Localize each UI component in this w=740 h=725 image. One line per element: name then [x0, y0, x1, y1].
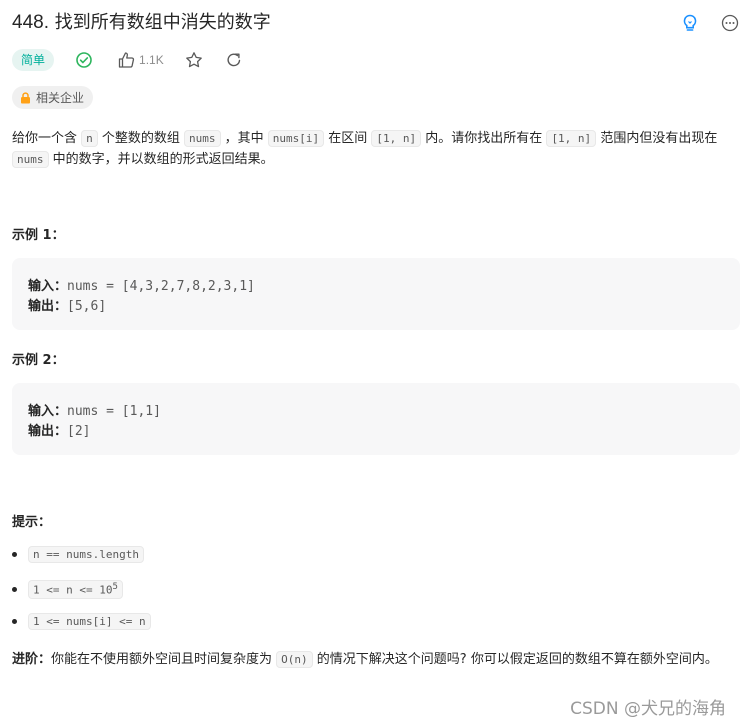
desc-text: 范围内但没有出现在 [596, 131, 718, 146]
example-1-box: 输入：nums = [4,3,2,7,8,2,3,1] 输出：[5,6] [12, 258, 740, 330]
constraint-code: 1 <= nums[i] <= n [28, 613, 151, 630]
inline-code: nums[i] [267, 130, 325, 147]
follow-up-text: 你能在不使用额外空间且时间复杂度为 [51, 652, 277, 667]
constraint-item: n == nums.length [12, 546, 144, 563]
inline-code: n [81, 130, 98, 147]
star-icon[interactable] [184, 50, 204, 70]
example-2-input: 输入：nums = [1,1] [28, 400, 161, 419]
superscript: 5 [112, 582, 118, 592]
check-circle-icon[interactable] [74, 50, 94, 70]
constraint-item: 1 <= nums[i] <= n [12, 613, 151, 630]
more-icon[interactable] [720, 13, 740, 33]
thumbs-up-icon [116, 50, 136, 70]
watermark: CSDN @犬兄的海角 [570, 699, 726, 719]
example-1-title: 示例 1： [12, 228, 65, 243]
desc-text: 个整数的数组 [97, 131, 185, 146]
input-label: 输入： [28, 279, 68, 294]
desc-text: 内。请你找出所有在 [421, 131, 547, 146]
related-companies-label: 相关企业 [36, 91, 85, 105]
follow-up-label: 进阶： [12, 652, 52, 667]
problem-number: 448. [12, 12, 49, 33]
title-row: 448. 找到所有数组中消失的数字 [12, 10, 740, 38]
constraint-code: n == nums.length [28, 546, 144, 563]
like-count: 1.1K [139, 53, 164, 67]
input-value: nums = [1,1] [67, 404, 161, 419]
bullet-icon [12, 619, 17, 624]
problem-title[interactable]: 448. 找到所有数组中消失的数字 [12, 10, 271, 36]
input-label: 输入： [28, 404, 68, 419]
output-value: [5,6] [67, 299, 107, 314]
bullet-icon [12, 552, 17, 557]
example-1-output: 输出：[5,6] [28, 295, 106, 314]
problem-title-text: 找到所有数组中消失的数字 [54, 12, 271, 33]
inline-code: [1, n] [546, 130, 597, 147]
example-2-box: 输入：nums = [1,1] 输出：[2] [12, 383, 740, 455]
inline-code: nums [184, 130, 221, 147]
inline-code: O(n) [276, 651, 313, 668]
bullet-icon [12, 586, 17, 592]
input-value: nums = [4,3,2,7,8,2,3,1] [67, 279, 255, 294]
example-2-output: 输出：[2] [28, 420, 91, 439]
problem-description-panel: 448. 找到所有数组中消失的数字 简单 1.1K 相关企业 给你一个含 n 个… [0, 0, 740, 725]
desc-text: 中的数字，并以数组的形式返回结果。 [48, 152, 274, 167]
follow-up: 进阶：你能在不使用额外空间且时间复杂度为 O(n) 的情况下解决这个问题吗? 你… [12, 650, 740, 670]
meta-row: 简单 1.1K [12, 48, 244, 72]
difficulty-badge[interactable]: 简单 [12, 49, 55, 71]
constraints-title: 提示： [12, 515, 52, 530]
problem-statement: 给你一个含 n 个整数的数组 nums ，其中 nums[i] 在区间 [1, … [12, 128, 734, 170]
inline-code: [1, n] [371, 130, 422, 147]
constraint-code: 1 <= n <= 105 [28, 580, 123, 599]
share-icon[interactable] [224, 50, 244, 70]
lightbulb-icon[interactable] [680, 13, 700, 33]
follow-up-text: 的情况下解决这个问题吗? 你可以假定返回的数组不算在额外空间内。 [312, 652, 718, 667]
desc-text: ，其中 [220, 131, 268, 146]
example-1-input: 输入：nums = [4,3,2,7,8,2,3,1] [28, 275, 255, 294]
inline-code: nums [12, 151, 49, 168]
output-label: 输出： [28, 299, 68, 314]
output-value: [2] [67, 424, 91, 439]
like-button[interactable]: 1.1K [116, 50, 164, 70]
output-label: 输出： [28, 424, 68, 439]
desc-text: 给你一个含 [12, 131, 82, 146]
constraint-text: 1 <= n <= 10 [33, 583, 113, 597]
related-companies-tag[interactable]: 相关企业 [12, 86, 94, 109]
example-2-title: 示例 2： [12, 353, 65, 368]
constraint-item: 1 <= n <= 105 [12, 580, 123, 599]
lock-icon [20, 91, 31, 104]
desc-text: 在区间 [324, 131, 372, 146]
